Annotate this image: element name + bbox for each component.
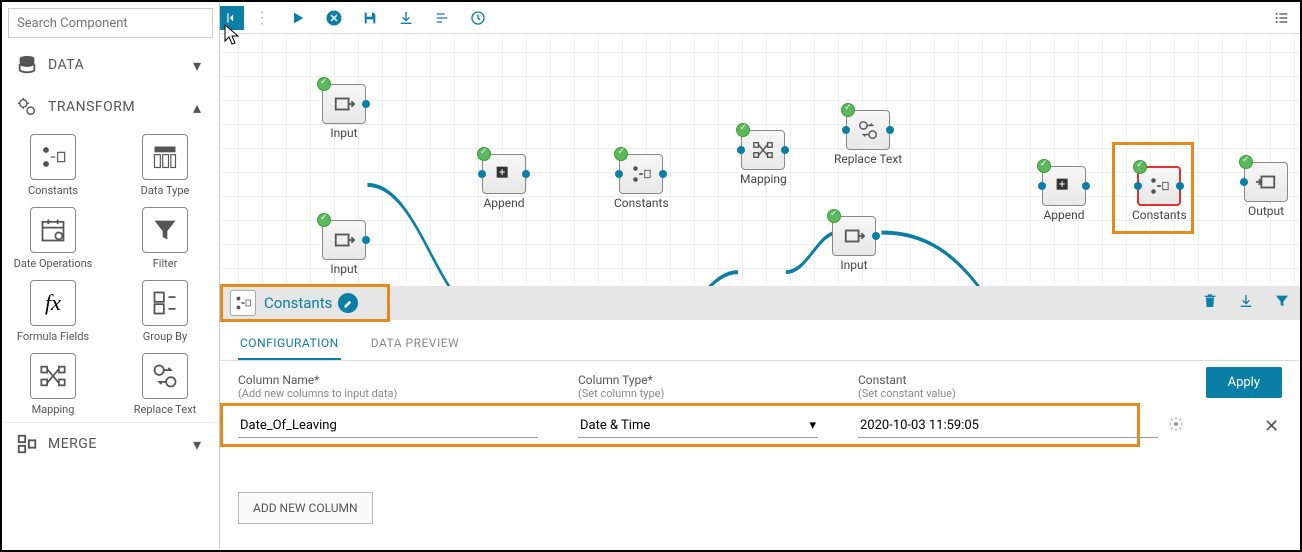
node-mapping[interactable]: Mapping — [740, 130, 787, 186]
constant-value-input[interactable] — [858, 414, 1158, 438]
save-button[interactable] — [352, 4, 388, 32]
palette-group-by[interactable]: Group By — [124, 280, 206, 343]
download-config-button[interactable] — [1238, 293, 1254, 313]
chevron-down-icon: ▾ — [193, 435, 205, 454]
config-tabs: CONFIGURATION DATA PREVIEW — [220, 320, 1300, 361]
category-data[interactable]: DATA ▾ — [2, 44, 219, 86]
column-name-input[interactable] — [238, 414, 538, 438]
node-constants-2[interactable]: Constants — [1132, 166, 1187, 222]
list-button[interactable] — [424, 4, 460, 32]
palette-formula-fields[interactable]: fxFormula Fields — [12, 280, 94, 343]
node-input-2[interactable]: Input — [322, 220, 366, 276]
palette-constants[interactable]: Constants — [12, 134, 94, 197]
download-button[interactable] — [388, 4, 424, 32]
chevron-down-icon: ▾ — [809, 418, 816, 433]
gears-icon — [16, 96, 38, 118]
gear-icon[interactable] — [1168, 416, 1184, 436]
palette-data-type[interactable]: Data Type — [124, 134, 206, 197]
node-input-1[interactable]: Input — [322, 84, 366, 140]
apply-button[interactable]: Apply — [1206, 367, 1282, 398]
node-append-2[interactable]: +Append — [1042, 166, 1086, 222]
toolbar: ⋮ — [220, 2, 1300, 34]
filter-config-button[interactable] — [1274, 293, 1290, 313]
history-button[interactable] — [460, 4, 496, 32]
category-label: MERGE — [48, 436, 193, 452]
category-label: TRANSFORM — [48, 99, 193, 115]
chevron-up-icon: ▴ — [193, 98, 205, 117]
run-button[interactable] — [280, 4, 316, 32]
node-output[interactable]: Output — [1244, 162, 1288, 218]
palette-replace-text[interactable]: Replace Text — [124, 353, 206, 416]
tab-data-preview[interactable]: DATA PREVIEW — [369, 330, 461, 360]
menu-list-icon[interactable] — [1264, 4, 1300, 32]
svg-text:+: + — [1059, 178, 1065, 191]
column-type-select[interactable]: Date & Time▾ — [578, 414, 818, 438]
palette-date-operations[interactable]: Date Operations — [12, 207, 94, 270]
more-icon[interactable]: ⋮ — [244, 4, 280, 32]
stop-button[interactable] — [316, 4, 352, 32]
category-label: DATA — [48, 57, 193, 73]
column-type-label: Column Type* — [578, 373, 818, 387]
node-constants-1[interactable]: Constants — [614, 154, 669, 210]
column-name-label: Column Name* — [238, 373, 538, 387]
config-panel: Constants CONFIGURATION DATA PREVIEW App… — [220, 286, 1300, 550]
chevron-down-icon: ▾ — [193, 56, 205, 75]
config-header: Constants — [220, 286, 1300, 320]
node-append-1[interactable]: +Append — [482, 154, 526, 210]
constant-label: Constant — [858, 373, 1158, 387]
transform-palette: Constants Data Type Date Operations Filt… — [2, 128, 219, 422]
category-merge[interactable]: MERGE ▾ — [2, 422, 219, 465]
collapse-sidebar-button[interactable] — [220, 6, 244, 30]
tab-configuration[interactable]: CONFIGURATION — [238, 330, 341, 360]
delete-button[interactable] — [1202, 293, 1218, 313]
constants-icon — [230, 290, 256, 316]
sidebar: DATA ▾ TRANSFORM ▴ Constants Data Type D… — [2, 2, 220, 550]
category-transform[interactable]: TRANSFORM ▴ — [2, 86, 219, 128]
svg-text:+: + — [499, 166, 505, 179]
config-body: Apply Column Name*(Add new columns to in… — [220, 361, 1300, 536]
edit-icon[interactable] — [338, 293, 358, 313]
database-icon — [16, 54, 38, 76]
palette-mapping[interactable]: Mapping — [12, 353, 94, 416]
node-input-3[interactable]: Input — [832, 216, 876, 272]
remove-row-button[interactable]: ✕ — [1264, 416, 1279, 437]
search-component — [8, 8, 213, 38]
palette-filter[interactable]: Filter — [124, 207, 206, 270]
add-new-column-button[interactable]: ADD NEW COLUMN — [238, 492, 373, 524]
search-input[interactable] — [8, 8, 213, 38]
node-replace-text[interactable]: Replace Text — [834, 110, 902, 166]
merge-icon — [16, 433, 38, 455]
config-title: Constants — [264, 294, 332, 312]
